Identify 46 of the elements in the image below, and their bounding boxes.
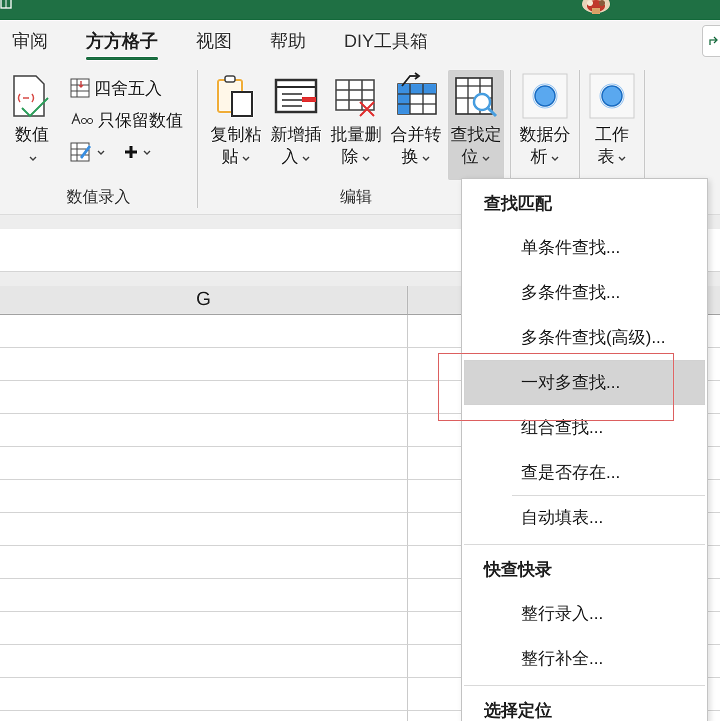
ribbon-button[interactable]: 数据分析 — [517, 70, 573, 180]
ribbon-tab[interactable]: 方方格子 — [74, 20, 170, 62]
menu-item[interactable]: 查是否存在... — [464, 450, 705, 495]
caret-icon — [360, 154, 370, 162]
caret-icon — [28, 154, 38, 162]
menu-item[interactable]: 整行补全... — [464, 636, 705, 681]
menu-header: 选择定位 — [483, 700, 553, 721]
caret-icon — [240, 154, 250, 162]
ribbon-tab[interactable]: 审阅 — [0, 20, 60, 62]
caret-icon — [550, 154, 560, 162]
caret-icon — [480, 154, 490, 162]
menu-item[interactable]: 一对多查找... — [464, 360, 705, 405]
caret-icon — [142, 148, 152, 156]
ribbon-button[interactable]: 查找定位 — [448, 70, 504, 180]
add-dropdown[interactable] — [124, 145, 152, 159]
ribbon-button[interactable]: 工作表 — [586, 70, 638, 180]
ribbon-tab[interactable]: DIY工具箱 — [332, 20, 440, 62]
caret-icon — [96, 148, 106, 156]
caret-icon — [300, 154, 310, 162]
group-label: 编辑 — [340, 188, 372, 208]
share-icon — [708, 35, 720, 47]
plus-icon — [124, 145, 138, 159]
ribbon-tab[interactable]: 视图 — [184, 20, 244, 62]
table-arrow-icon — [70, 78, 90, 98]
ribbon-small-button[interactable]: 只保留数值 — [70, 106, 183, 134]
group-label: 数值录入 — [66, 188, 130, 208]
ribbon-button[interactable]: 合并转换 — [388, 70, 444, 180]
table-pencil-icon — [70, 141, 92, 163]
ribbon-button[interactable]: 新增插入 — [268, 70, 324, 180]
ribbon-small-button[interactable]: 四舍五入 — [70, 74, 183, 102]
share-button[interactable] — [702, 25, 720, 57]
menu-item[interactable]: 多条件查找... — [464, 270, 705, 315]
column-header[interactable]: G — [0, 286, 408, 314]
menu-item[interactable]: 整行录入... — [464, 591, 705, 636]
ribbon-button[interactable]: 批量删除 — [328, 70, 384, 180]
ribbon-button[interactable]: 复制粘贴 — [208, 70, 264, 180]
ribbon-tab[interactable]: 帮助 — [258, 20, 318, 62]
table-edit-dropdown[interactable] — [70, 141, 106, 163]
menu-header: 快查快录 — [482, 559, 553, 580]
caret-icon — [420, 154, 430, 162]
caret-icon — [616, 154, 626, 162]
menu-item[interactable]: 单条件查找... — [464, 225, 705, 270]
menu-header: 查找匹配 — [482, 193, 554, 214]
ribbon-button[interactable]: 数值 — [6, 70, 58, 180]
window-icon — [0, 0, 12, 9]
menu-item[interactable]: 多条件查找(高级)... — [464, 315, 705, 360]
